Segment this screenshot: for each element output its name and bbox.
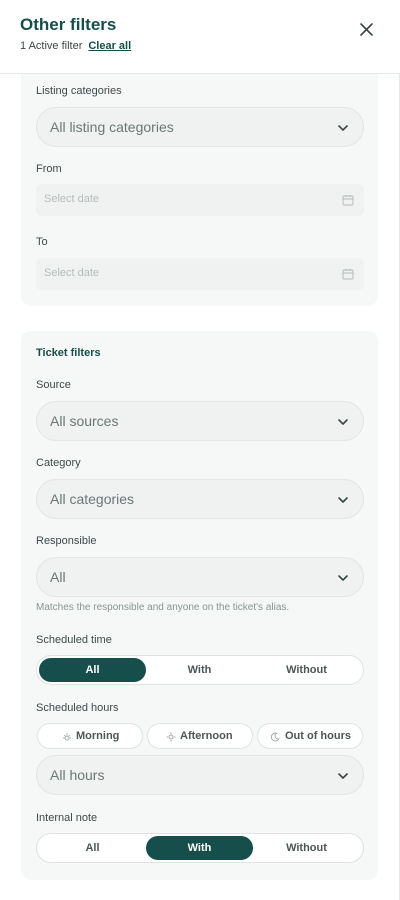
out-of-hours-pill-label: Out of hours (285, 730, 351, 742)
listing-categories-value: All listing categories (50, 119, 174, 135)
responsible-value: All (50, 569, 66, 585)
scheduled-time-label: Scheduled time (36, 634, 112, 646)
chevron-down-icon (338, 773, 348, 779)
calendar-icon (342, 269, 354, 280)
chevron-down-icon (338, 125, 348, 131)
source-label: Source (36, 379, 71, 391)
category-label: Category (36, 457, 81, 469)
sunrise-icon (63, 733, 71, 741)
scheduled-time-option-all[interactable]: All (39, 658, 146, 682)
responsible-select[interactable]: All (36, 557, 364, 597)
listing-categories-label: Listing categories (36, 85, 122, 97)
listing-categories-select[interactable]: All listing categories (36, 107, 364, 147)
internal-note-toggle: All With Without (36, 833, 364, 863)
from-date-input[interactable]: Select date (36, 184, 364, 216)
internal-note-option-with[interactable]: With (146, 836, 253, 860)
scheduled-hours-label: Scheduled hours (36, 702, 119, 714)
sun-icon (166, 732, 176, 742)
moon-icon (270, 732, 280, 742)
source-select[interactable]: All sources (36, 401, 364, 441)
to-date-placeholder: Select date (44, 267, 100, 279)
hours-value: All hours (50, 767, 105, 783)
hours-select[interactable]: All hours (36, 755, 364, 795)
active-filter-count: 1 Active filter (20, 40, 83, 52)
out-of-hours-pill[interactable]: Out of hours (257, 723, 363, 749)
panel-header: Other filters 1 Active filter Clear all (0, 0, 400, 74)
from-date-placeholder: Select date (44, 193, 100, 205)
category-select[interactable]: All categories (36, 479, 364, 519)
ticket-filters-title: Ticket filters (36, 347, 101, 359)
internal-note-option-without[interactable]: Without (253, 836, 360, 860)
scheduled-time-toggle: All With Without (36, 655, 364, 685)
close-icon (360, 23, 373, 36)
source-value: All sources (50, 413, 119, 429)
internal-note-option-all[interactable]: All (39, 836, 146, 860)
filters-panel: Other filters 1 Active filter Clear all L… (0, 0, 400, 900)
scheduled-time-option-with[interactable]: With (146, 658, 253, 682)
afternoon-pill-label: Afternoon (180, 730, 233, 742)
scheduled-time-option-without[interactable]: Without (253, 658, 360, 682)
afternoon-pill[interactable]: Afternoon (147, 723, 253, 749)
to-date-input[interactable]: Select date (36, 258, 364, 290)
from-label: From (36, 163, 62, 175)
morning-pill-label: Morning (76, 730, 120, 742)
clear-all-link[interactable]: Clear all (88, 40, 131, 52)
morning-pill[interactable]: Morning (37, 723, 143, 749)
chevron-down-icon (338, 575, 348, 581)
close-button[interactable] (356, 19, 378, 41)
active-filter-summary: 1 Active filter Clear all (20, 40, 131, 52)
to-label: To (36, 236, 48, 248)
chevron-down-icon (338, 497, 348, 503)
page-title: Other filters (20, 15, 117, 34)
responsible-label: Responsible (36, 535, 97, 547)
responsible-hint: Matches the responsible and anyone on th… (36, 602, 290, 613)
category-value: All categories (50, 491, 135, 507)
calendar-icon (342, 195, 354, 206)
chevron-down-icon (338, 419, 348, 425)
internal-note-label: Internal note (36, 812, 98, 824)
